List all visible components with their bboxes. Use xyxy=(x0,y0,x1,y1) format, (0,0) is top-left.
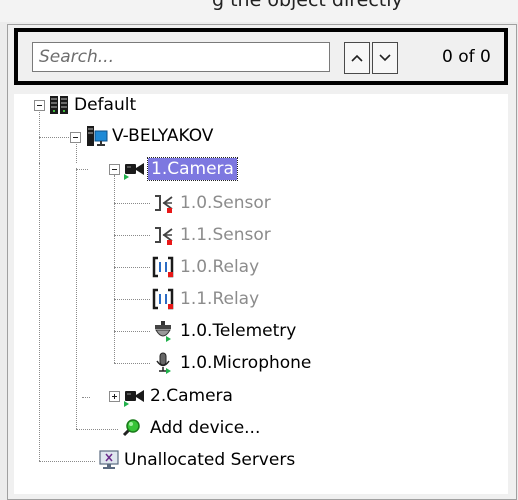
tree-node-telemetry[interactable]: 1.0.Telemetry xyxy=(180,320,296,342)
add-device-link[interactable]: Add device... xyxy=(150,417,260,439)
microphone-icon xyxy=(152,352,174,374)
tree-node-unallocated-servers[interactable]: Unallocated Servers xyxy=(124,449,295,471)
chevron-up-icon xyxy=(351,54,363,62)
collapse-default-button[interactable] xyxy=(34,100,45,111)
collapse-camera1-button[interactable] xyxy=(109,164,120,175)
monitor-x-icon xyxy=(98,449,120,471)
tree-node-sensor-1-1[interactable]: 1.1.Sensor xyxy=(180,224,271,246)
tree-node-sensor-1-0[interactable]: 1.0.Sensor xyxy=(180,192,271,214)
sensor-icon xyxy=(152,192,174,214)
window-title-text: g the object directly xyxy=(212,0,403,11)
tree-node-microphone[interactable]: 1.0.Microphone xyxy=(180,352,311,374)
chevron-down-icon xyxy=(379,54,391,62)
server-rack-icon xyxy=(48,94,70,116)
camera-icon xyxy=(124,385,146,407)
tree-node-default[interactable]: Default xyxy=(74,94,136,116)
magnifier-icon xyxy=(120,417,142,439)
search-toolbar: 0 of 0 xyxy=(14,28,508,85)
sensor-icon xyxy=(152,224,174,246)
ptz-dome-icon xyxy=(152,320,174,342)
search-result-counter: 0 of 0 xyxy=(442,47,491,67)
relay-icon xyxy=(152,256,174,278)
search-input[interactable] xyxy=(32,42,330,72)
tree-node-relay-1-1[interactable]: 1.1.Relay xyxy=(180,288,259,310)
window-title-fragment: g the object directly xyxy=(0,0,518,22)
tree-node-camera2[interactable]: 2.Camera xyxy=(150,385,233,407)
device-tree[interactable]: Default V-BELYAKOV 1.Camera 1.0.Sensor 1… xyxy=(14,94,508,494)
tree-node-camera1[interactable]: 1.Camera xyxy=(147,157,238,181)
tree-node-relay-1-0[interactable]: 1.0.Relay xyxy=(180,256,259,278)
search-next-button[interactable] xyxy=(372,42,398,74)
computer-icon xyxy=(86,125,108,147)
expand-camera2-button[interactable] xyxy=(109,391,120,402)
search-previous-button[interactable] xyxy=(344,42,370,74)
camera-icon xyxy=(124,158,146,180)
collapse-computer-button[interactable] xyxy=(70,132,81,143)
relay-icon xyxy=(152,288,174,310)
tree-node-computer[interactable]: V-BELYAKOV xyxy=(112,125,213,147)
